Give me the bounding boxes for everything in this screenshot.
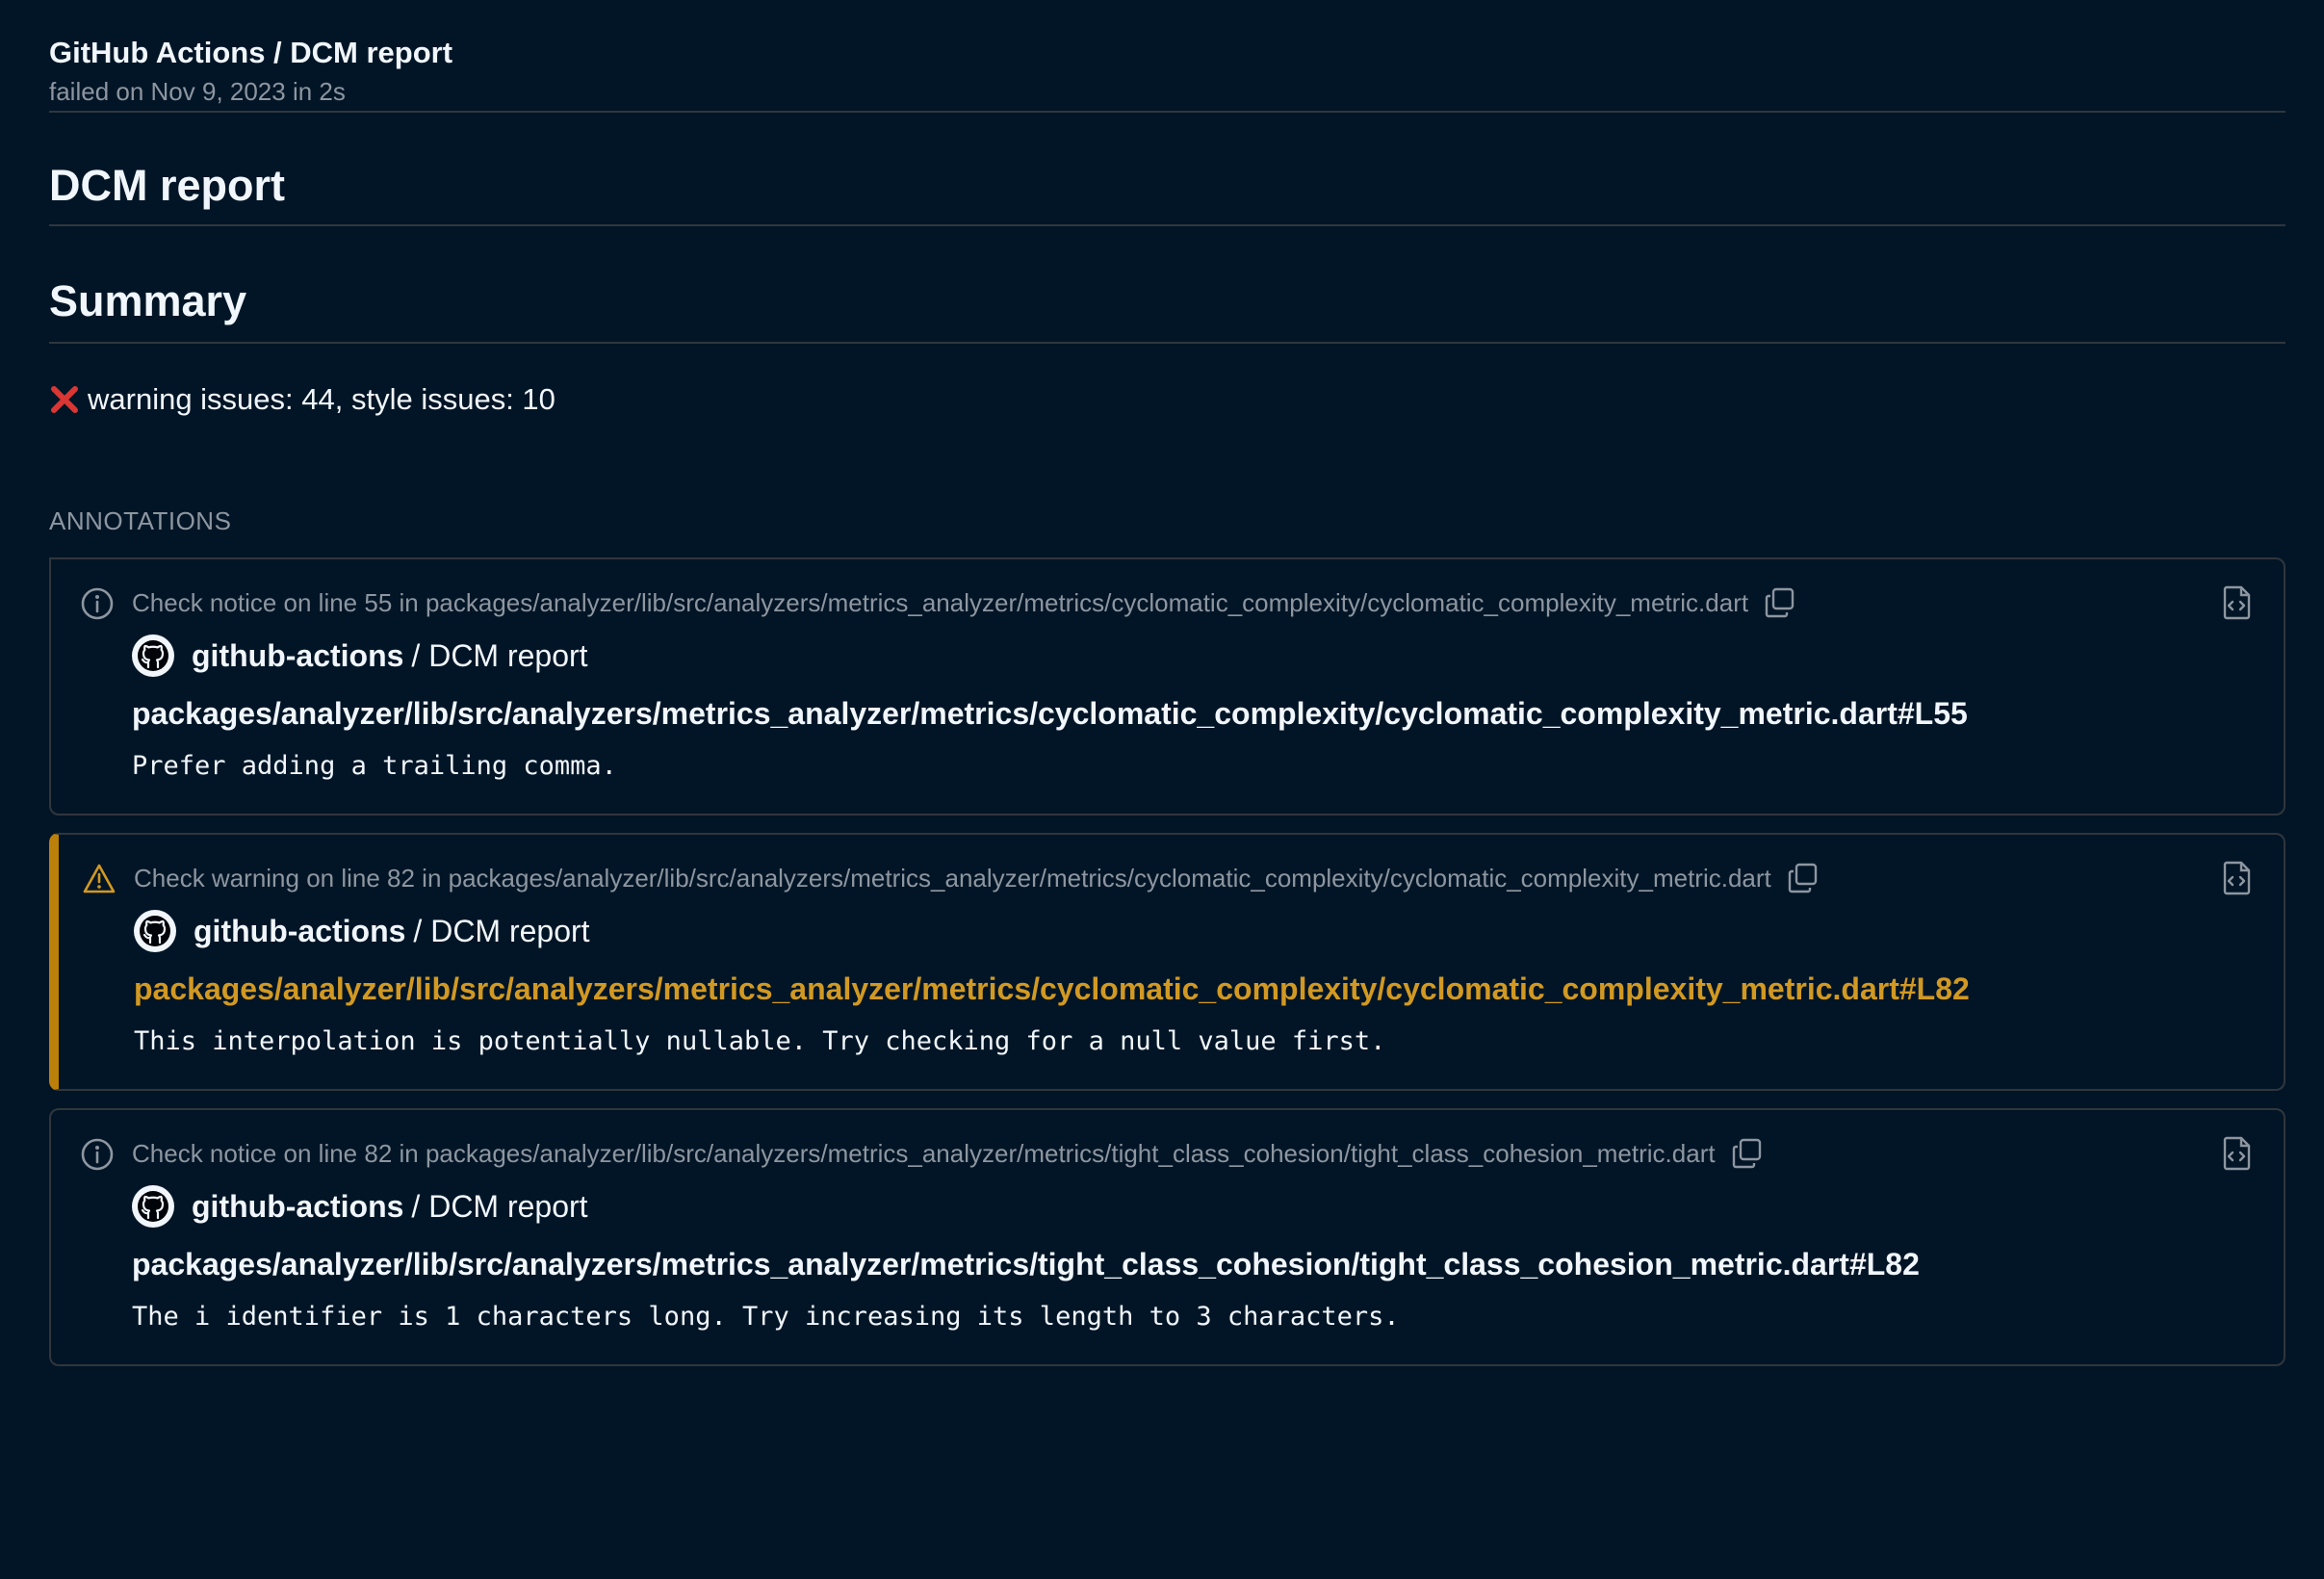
- check-header: GitHub Actions / DCM report failed on No…: [49, 0, 2285, 113]
- file-code-icon[interactable]: [2218, 1135, 2255, 1172]
- info-icon: [81, 587, 114, 620]
- annotation-header: Check warning on line 82 in packages/ana…: [83, 862, 2255, 894]
- avatar: [132, 1185, 174, 1228]
- file-code-icon[interactable]: [2218, 860, 2255, 896]
- annotation-head-text: Check notice on line 82 in packages/anal…: [132, 1139, 1716, 1168]
- annotations-label: ANNOTATIONS: [49, 506, 232, 535]
- annotation-file-link[interactable]: packages/analyzer/lib/src/analyzers/metr…: [132, 694, 2255, 733]
- github-mark-icon: [140, 916, 170, 946]
- author-name[interactable]: github-actions: [192, 634, 403, 677]
- check-status-line: failed on Nov 9, 2023 in 2s: [49, 77, 346, 106]
- annotation-head-text: Check warning on line 82 in packages/ana…: [134, 864, 1771, 893]
- summary-heading: Summary: [49, 276, 2285, 344]
- author-workflow: / DCM report: [411, 638, 588, 673]
- copy-icon[interactable]: [1731, 1137, 1764, 1170]
- check-run-page: GitHub Actions / DCM report failed on No…: [0, 0, 2324, 1579]
- author-name[interactable]: github-actions: [194, 910, 405, 952]
- x-mark-icon: [51, 386, 78, 413]
- annotation-message: Prefer adding a trailing comma.: [132, 751, 617, 781]
- avatar: [134, 910, 176, 952]
- file-code-icon[interactable]: [2218, 584, 2255, 621]
- report-title: DCM report: [49, 161, 2285, 226]
- author-workflow: / DCM report: [413, 914, 590, 948]
- annotation-item: Check notice on line 82 in packages/anal…: [49, 1108, 2285, 1366]
- annotation-message: This interpolation is potentially nullab…: [134, 1026, 1386, 1056]
- annotation-author: github-actions / DCM report: [134, 910, 2255, 952]
- alert-icon: [83, 864, 116, 893]
- annotation-header: Check notice on line 82 in packages/anal…: [81, 1137, 2255, 1171]
- annotation-head-text: Check notice on line 55 in packages/anal…: [132, 588, 1749, 617]
- github-mark-icon: [138, 1191, 168, 1222]
- check-title[interactable]: GitHub Actions / DCM report: [49, 35, 2285, 71]
- annotation-file-link[interactable]: packages/analyzer/lib/src/analyzers/metr…: [134, 970, 2255, 1008]
- annotation-author: github-actions / DCM report: [132, 634, 2255, 677]
- author-workflow: / DCM report: [411, 1189, 588, 1224]
- github-mark-icon: [138, 640, 168, 671]
- annotation-item: Check warning on line 82 in packages/ana…: [49, 833, 2285, 1091]
- annotation-author: github-actions / DCM report: [132, 1185, 2255, 1228]
- author-name[interactable]: github-actions: [192, 1185, 403, 1228]
- copy-icon[interactable]: [1787, 862, 1820, 894]
- annotation-message: The i identifier is 1 characters long. T…: [132, 1302, 1400, 1332]
- annotation-header: Check notice on line 55 in packages/anal…: [81, 586, 2255, 620]
- annotation-item: Check notice on line 55 in packages/anal…: [49, 557, 2285, 815]
- copy-icon[interactable]: [1764, 586, 1796, 619]
- avatar: [132, 634, 174, 677]
- info-icon: [81, 1138, 114, 1171]
- annotation-file-link[interactable]: packages/analyzer/lib/src/analyzers/metr…: [132, 1245, 2255, 1283]
- summary-line: warning issues: 44, style issues: 10: [49, 380, 2285, 419]
- summary-text: warning issues: 44, style issues: 10: [88, 382, 555, 416]
